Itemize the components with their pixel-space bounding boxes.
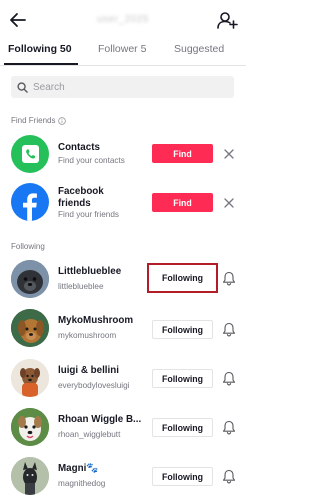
following-button[interactable]: Following — [152, 467, 213, 486]
tab-bar: Following 50 Follower 5 Suggested — [0, 38, 246, 66]
user-display-name: MykoMushroom — [58, 315, 134, 326]
tab-following[interactable]: Following 50 — [8, 43, 72, 55]
contacts-icon — [11, 135, 49, 173]
dismiss-contacts-icon[interactable] — [223, 148, 235, 160]
tab-suggested[interactable]: Suggested — [174, 43, 224, 55]
following-label-text: Following — [11, 242, 45, 251]
user-handle: littleblueblee — [58, 282, 104, 291]
avatar[interactable] — [11, 260, 49, 298]
find-friends-label-text: Find Friends — [11, 116, 56, 125]
user-handle: magnithedog — [58, 479, 106, 488]
search-bar[interactable] — [11, 76, 234, 98]
find-facebook-row: Facebook friends Find your friends Find — [0, 182, 246, 228]
find-contacts-button[interactable]: Find — [152, 144, 213, 163]
avatar[interactable] — [11, 457, 49, 495]
avatar[interactable] — [11, 309, 49, 347]
contacts-title: Contacts — [58, 142, 100, 153]
notification-bell-icon[interactable] — [222, 322, 236, 337]
following-row: Magni🐾 magnithedog Following — [0, 455, 246, 500]
active-tab-indicator — [4, 63, 78, 65]
find-facebook-button[interactable]: Find — [152, 193, 213, 212]
facebook-icon — [11, 183, 49, 221]
following-row: luigi & bellini everybodylovesluigi Foll… — [0, 357, 246, 403]
user-display-name: Rhoan Wiggle B... — [58, 414, 142, 425]
profile-title-text: user_2025 — [97, 13, 149, 25]
notification-bell-icon[interactable] — [222, 420, 236, 435]
facebook-title: Facebook friends — [58, 186, 104, 209]
avatar[interactable] — [11, 359, 49, 397]
following-label: Following — [11, 242, 45, 251]
notification-bell-icon[interactable] — [222, 271, 236, 286]
top-bar: user_2025 — [0, 0, 246, 38]
search-icon — [17, 81, 28, 93]
find-friends-label: Find Friends — [11, 116, 67, 125]
contacts-subtitle: Find your contacts — [58, 156, 125, 165]
profile-title: user_2025 — [86, 13, 160, 25]
notification-bell-icon[interactable] — [222, 371, 236, 386]
following-row: Littleblueblee littleblueblee Following — [0, 258, 246, 304]
find-contacts-row: Contacts Find your contacts Find — [0, 133, 246, 179]
facebook-subtitle: Find your friends — [58, 210, 119, 219]
search-input[interactable] — [33, 81, 223, 93]
user-handle: mykomushroom — [58, 331, 117, 340]
following-button[interactable]: Following — [147, 263, 218, 293]
following-button[interactable]: Following — [152, 320, 213, 339]
user-handle: everybodylovesluigi — [58, 381, 130, 390]
add-user-icon[interactable] — [216, 9, 238, 31]
following-button[interactable]: Following — [152, 369, 213, 388]
following-button[interactable]: Following — [152, 418, 213, 437]
user-display-name: Magni🐾 — [58, 463, 99, 474]
following-row: MykoMushroom mykomushroom Following — [0, 307, 246, 353]
user-display-name: luigi & bellini — [58, 365, 119, 376]
dismiss-facebook-icon[interactable] — [223, 197, 235, 209]
user-handle: rhoan_wigglebutt — [58, 430, 121, 439]
avatar[interactable] — [11, 408, 49, 446]
back-arrow-icon[interactable] — [8, 10, 28, 30]
tab-followers[interactable]: Follower 5 — [98, 43, 146, 55]
notification-bell-icon[interactable] — [222, 469, 236, 484]
following-row: Rhoan Wiggle B... rhoan_wigglebutt Follo… — [0, 406, 246, 452]
user-display-name: Littleblueblee — [58, 266, 122, 277]
info-icon[interactable] — [58, 116, 67, 125]
